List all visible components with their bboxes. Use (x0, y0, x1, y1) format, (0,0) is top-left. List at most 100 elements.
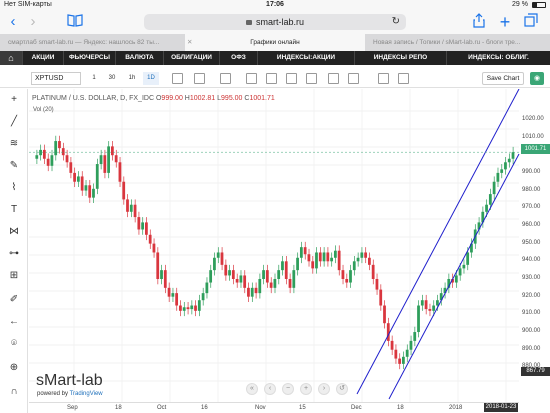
battery-icon (532, 2, 546, 8)
tab-charts[interactable]: ✕ Графики онлайн (185, 34, 365, 51)
candle-body (322, 252, 326, 262)
candle-body (360, 252, 364, 258)
candle-body (356, 257, 360, 262)
lock-icon (245, 20, 252, 26)
candle-body (417, 305, 420, 333)
magnet-icon[interactable]: ∩ (7, 385, 21, 399)
trendline-icon[interactable]: ╱ (7, 115, 21, 129)
price-chart[interactable] (29, 88, 550, 413)
timeframe-1d[interactable]: 1D (143, 72, 159, 85)
zoom-in-icon[interactable]: ⊕ (7, 361, 21, 375)
close-tab-icon[interactable]: ✕ (187, 34, 192, 51)
forward-icon[interactable]: › (24, 13, 42, 31)
fib-icon[interactable]: ≋ (7, 137, 21, 151)
reload-icon[interactable]: ↻ (392, 14, 400, 30)
candle-body (341, 270, 345, 279)
indicators-icon[interactable] (194, 73, 205, 84)
battery-percent: 29 % (512, 1, 528, 8)
candles-icon[interactable] (246, 73, 257, 84)
settings-icon[interactable] (378, 73, 389, 84)
zoom-in-ctrl-icon[interactable]: + (300, 383, 312, 395)
candle-body (99, 155, 103, 165)
candle-body (318, 252, 322, 262)
candle-body (95, 164, 99, 189)
nav-ofz[interactable]: ОФЗ (219, 51, 257, 65)
lock-drawing-icon[interactable]: ⌾ (7, 337, 21, 351)
timeframe-30[interactable]: 30 (104, 72, 120, 85)
candle-body (500, 169, 504, 173)
fullscreen-icon[interactable] (398, 73, 409, 84)
back-icon[interactable]: ‹ (4, 13, 22, 31)
zoom-out-icon[interactable]: − (282, 383, 294, 395)
candle-body (390, 340, 394, 350)
timeframe-1h[interactable]: 1h (124, 72, 140, 85)
tabs-overview-icon[interactable] (522, 13, 540, 31)
candle-body (277, 270, 281, 279)
legend-close: 1001.71 (249, 95, 275, 102)
candle-body (167, 287, 171, 297)
line-style-icon[interactable] (266, 73, 277, 84)
heikin-icon[interactable] (306, 73, 317, 84)
step-right-icon[interactable]: › (318, 383, 330, 395)
time-tick: 15 (299, 405, 306, 411)
share-icon[interactable] (470, 13, 488, 31)
save-chart-button[interactable]: Save Chart (482, 72, 524, 85)
address-bar[interactable]: smart-lab.ru ↻ (144, 14, 406, 30)
chart-area[interactable] (29, 88, 550, 413)
candle-body (69, 162, 73, 173)
bookmarks-icon[interactable] (66, 13, 84, 31)
measure-icon[interactable]: ⊶ (7, 247, 21, 261)
nav-index-stocks[interactable]: ИНДЕКСЫ:АКЦИИ (257, 51, 354, 65)
reset-icon[interactable]: ↺ (336, 383, 348, 395)
nav-index-repo[interactable]: ИНДЕКСЫ РЕПО (354, 51, 446, 65)
candle-body (296, 257, 299, 271)
price-tick: 990.00 (522, 168, 541, 175)
candle-body (383, 305, 386, 324)
timeframe-1[interactable]: 1 (86, 72, 102, 85)
candle-body (58, 141, 61, 149)
text-tool-icon[interactable]: T (7, 203, 21, 217)
area-style-icon[interactable] (286, 73, 297, 84)
tab-smartlab-post[interactable]: Новая запись / Топики / sMart-lab.ru - б… (365, 34, 550, 51)
candle-body (250, 287, 254, 297)
candle-body (402, 356, 405, 364)
pattern-icon[interactable]: ⋈ (7, 225, 21, 239)
pen-icon[interactable]: ⌇ (7, 181, 21, 195)
candle-body (269, 282, 273, 288)
tradingview-link[interactable]: TradingView (70, 391, 103, 397)
scroll-left-icon[interactable]: « (246, 383, 258, 395)
price-axis[interactable]: 1020.00 1010.00 990.00 980.00 970.00 960.00 95… (519, 89, 550, 399)
candle-body (386, 323, 390, 341)
ruler-icon[interactable]: ⊞ (7, 269, 21, 283)
new-tab-icon[interactable]: + (496, 13, 514, 31)
symbol-input[interactable]: XPTUSD (31, 72, 81, 85)
price-tick: 980.00 (522, 186, 541, 193)
candle-body (420, 300, 424, 306)
brush-icon[interactable]: ✎ (7, 159, 21, 173)
bar-style-icon[interactable] (220, 73, 231, 84)
tab-yandex[interactable]: смартлаб smart-lab.ru — Яндекс: нашлось … (0, 34, 185, 51)
tab-title: Графики онлайн (250, 39, 300, 46)
candle-body (243, 275, 247, 288)
pencil-icon[interactable]: ✐ (7, 293, 21, 307)
candle-body (194, 305, 197, 311)
nav-bonds[interactable]: ОБЛИГАЦИИ (163, 51, 219, 65)
time-axis[interactable]: Sep18Oct16Nov15Dec18201818 (29, 402, 519, 413)
candle-body (148, 234, 152, 244)
candle-body (118, 162, 122, 182)
home-icon[interactable]: ⌂ (0, 51, 22, 65)
nav-index-bonds[interactable]: ИНДЕКСЫ: ОБЛИГ. (446, 51, 550, 65)
nav-futures[interactable]: ФЬЮЧЕРСЫ (63, 51, 115, 65)
camera-icon[interactable]: ◉ (530, 72, 544, 85)
price-tick: 940.00 (522, 257, 541, 264)
arrow-left-icon[interactable]: ← (7, 315, 21, 329)
nav-currency[interactable]: ВАЛЮТА (115, 51, 163, 65)
price-tick: 960.00 (522, 221, 541, 228)
compare-icon[interactable] (172, 73, 183, 84)
step-left-icon[interactable]: ‹ (264, 383, 276, 395)
undo-icon[interactable] (328, 73, 339, 84)
crosshair-icon[interactable]: + (7, 93, 21, 107)
redo-icon[interactable] (348, 73, 359, 84)
candle-body (84, 185, 88, 191)
nav-stocks[interactable]: АКЦИИ (22, 51, 63, 65)
